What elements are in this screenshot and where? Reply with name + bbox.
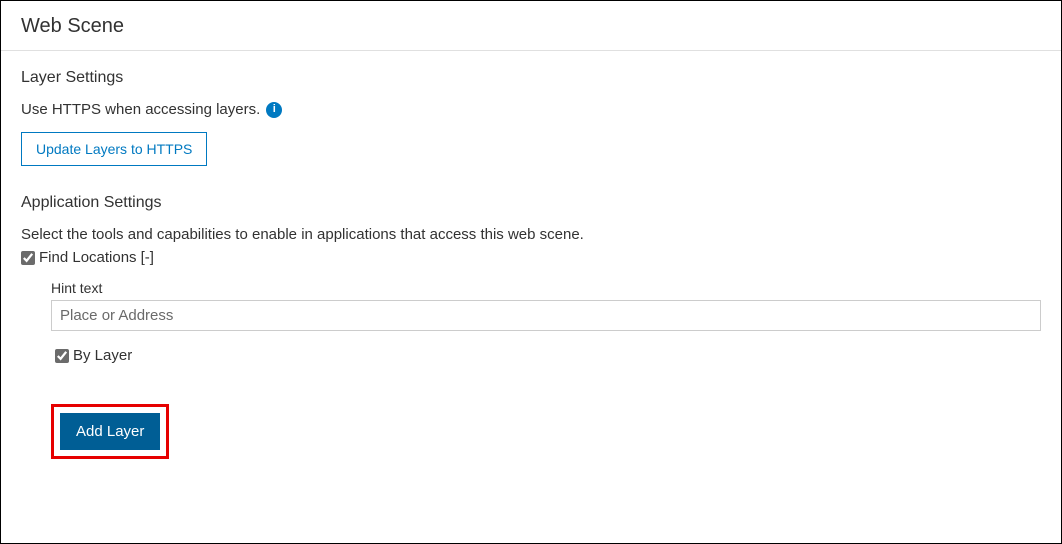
find-locations-label: Find Locations <box>39 249 137 266</box>
hint-text-label: Hint text <box>51 280 1041 296</box>
panel-content: Layer Settings Use HTTPS when accessing … <box>1 51 1061 477</box>
layer-settings-title: Layer Settings <box>21 69 1041 87</box>
find-locations-row: Find Locations [-] <box>21 249 1041 266</box>
add-layer-button[interactable]: Add Layer <box>60 413 160 450</box>
application-settings-title: Application Settings <box>21 194 1041 212</box>
layer-settings-description: Use HTTPS when accessing layers. <box>21 101 260 118</box>
application-settings-section: Application Settings Select the tools an… <box>21 194 1041 459</box>
by-layer-row: By Layer <box>55 347 1041 364</box>
info-icon[interactable]: i <box>266 102 282 118</box>
layer-settings-description-row: Use HTTPS when accessing layers. i <box>21 101 1041 118</box>
by-layer-label: By Layer <box>73 347 132 364</box>
web-scene-settings-panel: Web Scene Layer Settings Use HTTPS when … <box>0 0 1062 544</box>
find-locations-checkbox[interactable] <box>21 251 35 265</box>
by-layer-checkbox[interactable] <box>55 349 69 363</box>
find-locations-details: Hint text By Layer <box>51 280 1041 364</box>
layer-settings-section: Layer Settings Use HTTPS when accessing … <box>21 69 1041 166</box>
panel-header: Web Scene <box>1 1 1061 51</box>
find-locations-collapse-toggle[interactable]: [-] <box>141 249 154 266</box>
update-layers-https-button[interactable]: Update Layers to HTTPS <box>21 132 207 166</box>
add-layer-highlight: Add Layer <box>51 404 169 459</box>
application-settings-description: Select the tools and capabilities to ena… <box>21 226 1041 243</box>
page-title: Web Scene <box>21 15 1041 38</box>
hint-text-input[interactable] <box>51 300 1041 331</box>
